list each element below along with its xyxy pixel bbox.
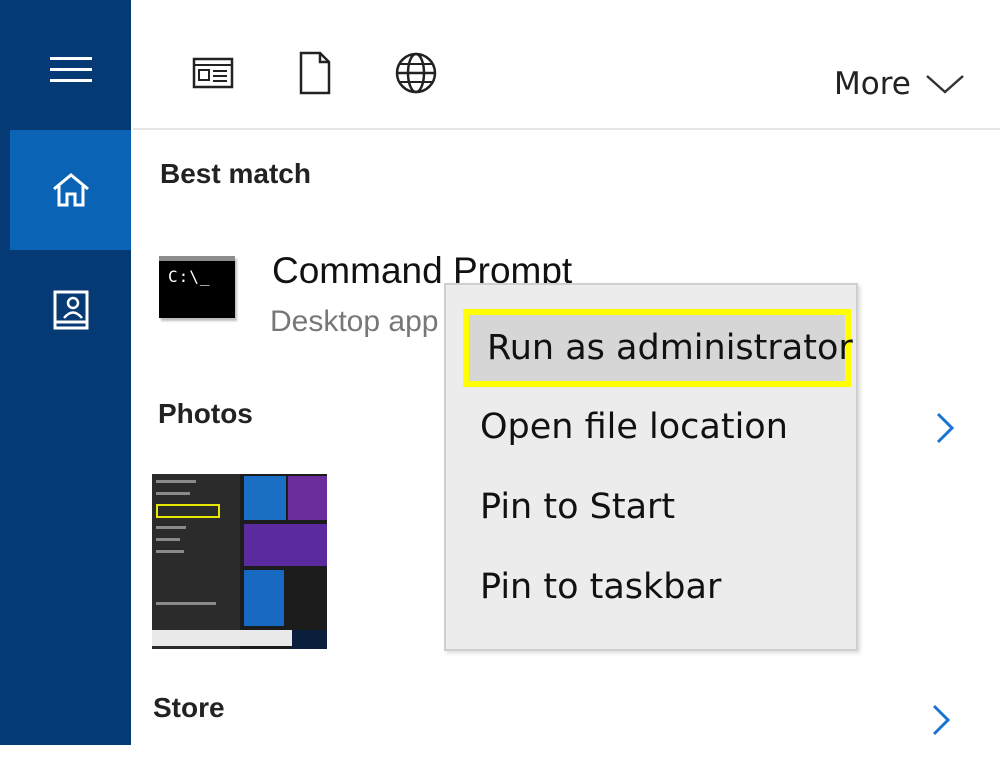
home-icon [52,173,89,207]
notebook-icon [53,290,88,330]
menu-item-pin-to-taskbar[interactable]: Pin to taskbar [446,547,856,627]
toolbar-divider [133,128,1000,130]
store-heading: Store [153,692,225,723]
chevron-down-icon [926,75,964,94]
apps-icon [192,57,234,89]
command-prompt-icon: C:\_ [159,256,235,318]
photos-heading: Photos [158,398,253,429]
context-menu: Run as administrator Open file location … [444,283,858,651]
hamburger-icon [49,57,92,82]
web-filter-button[interactable] [393,50,439,96]
command-prompt-subtitle: Desktop app [270,305,439,338]
command-prompt-icon-text: C:\_ [168,267,211,286]
hamburger-menu-button[interactable] [10,10,131,130]
photos-expand-chevron-icon[interactable] [930,408,960,448]
document-icon [299,51,331,95]
documents-filter-button[interactable] [292,50,338,96]
home-button[interactable] [10,130,131,250]
menu-item-open-file-location[interactable]: Open file location [446,387,856,467]
photo-thumbnail[interactable] [152,474,327,649]
notebook-button[interactable] [10,250,131,370]
best-match-heading: Best match [160,158,311,189]
store-expand-chevron-icon[interactable] [926,700,956,740]
left-rail [0,0,133,766]
menu-item-pin-to-start[interactable]: Pin to Start [446,467,856,547]
web-icon [395,52,437,94]
apps-filter-button[interactable] [190,50,236,96]
more-label: More [834,66,911,102]
more-filters-dropdown[interactable]: More [834,62,965,106]
menu-item-run-as-administrator[interactable]: Run as administrator [463,309,853,387]
